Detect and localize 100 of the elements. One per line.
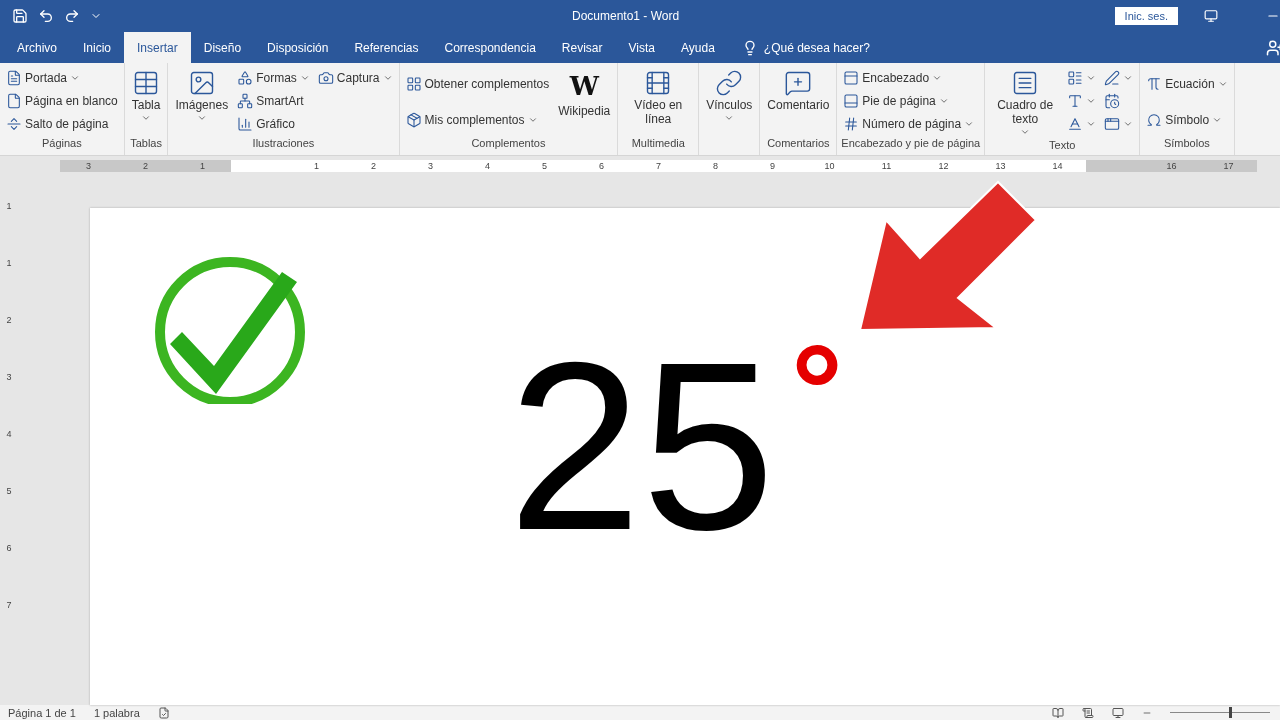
- web-layout-icon[interactable]: [1112, 706, 1124, 719]
- bar-chart-icon: [237, 115, 254, 132]
- group-label: Texto: [1048, 139, 1077, 153]
- ribbon-button[interactable]: Encabezado: [841, 67, 977, 88]
- ruler-number: 6: [6, 542, 12, 555]
- ruler-number: 9: [769, 160, 776, 172]
- page-count[interactable]: Página 1 de 1: [8, 706, 76, 719]
- read-mode-icon[interactable]: [1052, 706, 1064, 719]
- ruler-number: 1: [199, 160, 206, 172]
- ribbon-button[interactable]: Vídeo en línea: [622, 67, 695, 128]
- share-icon[interactable]: [1266, 38, 1280, 57]
- ribbon-button[interactable]: Formas: [235, 67, 312, 88]
- ribbon-button[interactable]: Captura: [315, 67, 395, 88]
- ribbon-tab[interactable]: Correspondencia: [431, 32, 549, 63]
- comment-plus-icon: [784, 69, 813, 97]
- ribbon-display-icon[interactable]: [1204, 9, 1218, 23]
- ruler-number: 12: [937, 160, 950, 172]
- ruler-number: 2: [6, 314, 12, 327]
- group-label: Tablas: [129, 137, 163, 151]
- window-title: Documento1 - Word: [572, 9, 681, 23]
- pi-icon: [1146, 76, 1163, 92]
- header-icon: [843, 69, 860, 86]
- ribbon-button[interactable]: Cuadro de texto: [989, 67, 1062, 139]
- degree-symbol: °: [790, 326, 843, 456]
- ruler-number: 14: [1051, 160, 1064, 172]
- ribbon-button[interactable]: Comentario: [764, 67, 833, 114]
- ribbon-button[interactable]: Imágenes: [172, 67, 232, 125]
- ruler-number: 3: [85, 160, 92, 172]
- omega-icon: [1146, 112, 1163, 128]
- ribbon-button[interactable]: Portada: [4, 67, 120, 88]
- ribbon-button[interactable]: Número de página: [841, 113, 977, 134]
- ruler-number: 2: [370, 160, 377, 172]
- ribbon-tab[interactable]: Disposición: [254, 32, 342, 63]
- ribbon-button[interactable]: Página en blanco: [4, 90, 120, 111]
- ribbon-tab[interactable]: Inicio: [70, 32, 125, 63]
- ribbon-button[interactable]: Vínculos: [703, 67, 756, 125]
- ruler-number: 3: [427, 160, 434, 172]
- ribbon-button[interactable]: W Wikipedia: [555, 67, 614, 120]
- ruler-number: 5: [541, 160, 548, 172]
- ruler-number: 4: [484, 160, 491, 172]
- tell-me-field[interactable]: ¿Qué desea hacer?: [763, 40, 870, 55]
- camera-icon: [317, 69, 334, 86]
- save-icon[interactable]: [12, 8, 28, 24]
- sign-in-button[interactable]: Inic. ses.: [1114, 7, 1178, 25]
- ruler-number: 10: [823, 160, 836, 172]
- group-label: Símbolos: [1162, 137, 1211, 151]
- ruler-number: 8: [712, 160, 719, 172]
- ribbon-button[interactable]: Salto de página: [4, 113, 120, 134]
- footer-icon: [843, 92, 860, 109]
- ruler-number: 1: [313, 160, 320, 172]
- group-label: Encabezado y pie de página: [841, 137, 981, 151]
- ruler-number: 16: [1165, 160, 1178, 172]
- ribbon-tab[interactable]: Ayuda: [668, 32, 728, 63]
- wikipedia-logo: W: [569, 70, 599, 103]
- ribbon-tab[interactable]: Referencias: [341, 32, 432, 63]
- ruler-number: 4: [6, 428, 12, 441]
- ruler-number: 2: [142, 160, 149, 172]
- ribbon-button[interactable]: Gráfico: [235, 113, 312, 134]
- wordart-icon: [1067, 92, 1084, 109]
- ribbon-tab[interactable]: Revisar: [548, 32, 616, 63]
- ruler-number: 11: [880, 160, 893, 172]
- ribbon-button[interactable]: Tabla: [128, 67, 164, 125]
- ruler-number: 13: [994, 160, 1007, 172]
- ribbon-button[interactable]: Pie de página: [841, 90, 977, 111]
- ribbon-button[interactable]: Mis complementos: [403, 109, 552, 131]
- ribbon-tab[interactable]: Insertar: [124, 32, 191, 63]
- ribbon-button[interactable]: Ecuación: [1144, 73, 1230, 95]
- number-text: 25: [508, 326, 775, 566]
- zoom-thumb[interactable]: [1229, 707, 1232, 718]
- word-count[interactable]: 1 palabra: [93, 706, 140, 719]
- ribbon-tab[interactable]: Archivo: [4, 32, 70, 63]
- ruler-number: 6: [598, 160, 605, 172]
- proofing-icon[interactable]: [157, 706, 170, 719]
- ruler-number: 5: [6, 485, 12, 498]
- ruler-number: 1: [6, 257, 12, 270]
- undo-icon[interactable]: [38, 8, 54, 24]
- blank-page-icon: [6, 92, 22, 109]
- diagram-icon: [237, 92, 254, 109]
- group-label: Comentarios: [766, 137, 831, 151]
- group-label: Multimedia: [630, 137, 686, 151]
- ruler-number: 17: [1222, 160, 1235, 172]
- signature-icon: [1104, 69, 1121, 86]
- link-icon: [715, 69, 744, 97]
- drop-cap-icon: [1067, 115, 1084, 132]
- ribbon-button[interactable]: Símbolo: [1144, 109, 1230, 131]
- ribbon-tab[interactable]: Diseño: [190, 32, 255, 63]
- ruler-number: 3: [6, 371, 12, 384]
- redo-icon[interactable]: [64, 8, 80, 24]
- ribbon-tab[interactable]: Vista: [615, 32, 668, 63]
- group-label: Páginas: [41, 137, 83, 151]
- group-label: Ilustraciones: [251, 137, 316, 151]
- ribbon-button[interactable]: SmartArt: [235, 90, 312, 111]
- quick-parts-icon: [1067, 69, 1084, 86]
- package-icon: [405, 112, 422, 128]
- hash-icon: [843, 115, 860, 132]
- ribbon-button[interactable]: Obtener complementos: [403, 73, 552, 95]
- ruler-number: 7: [655, 160, 662, 172]
- page-break-icon: [6, 115, 22, 132]
- shapes-icon: [237, 69, 254, 86]
- ruler-number: 7: [6, 599, 12, 612]
